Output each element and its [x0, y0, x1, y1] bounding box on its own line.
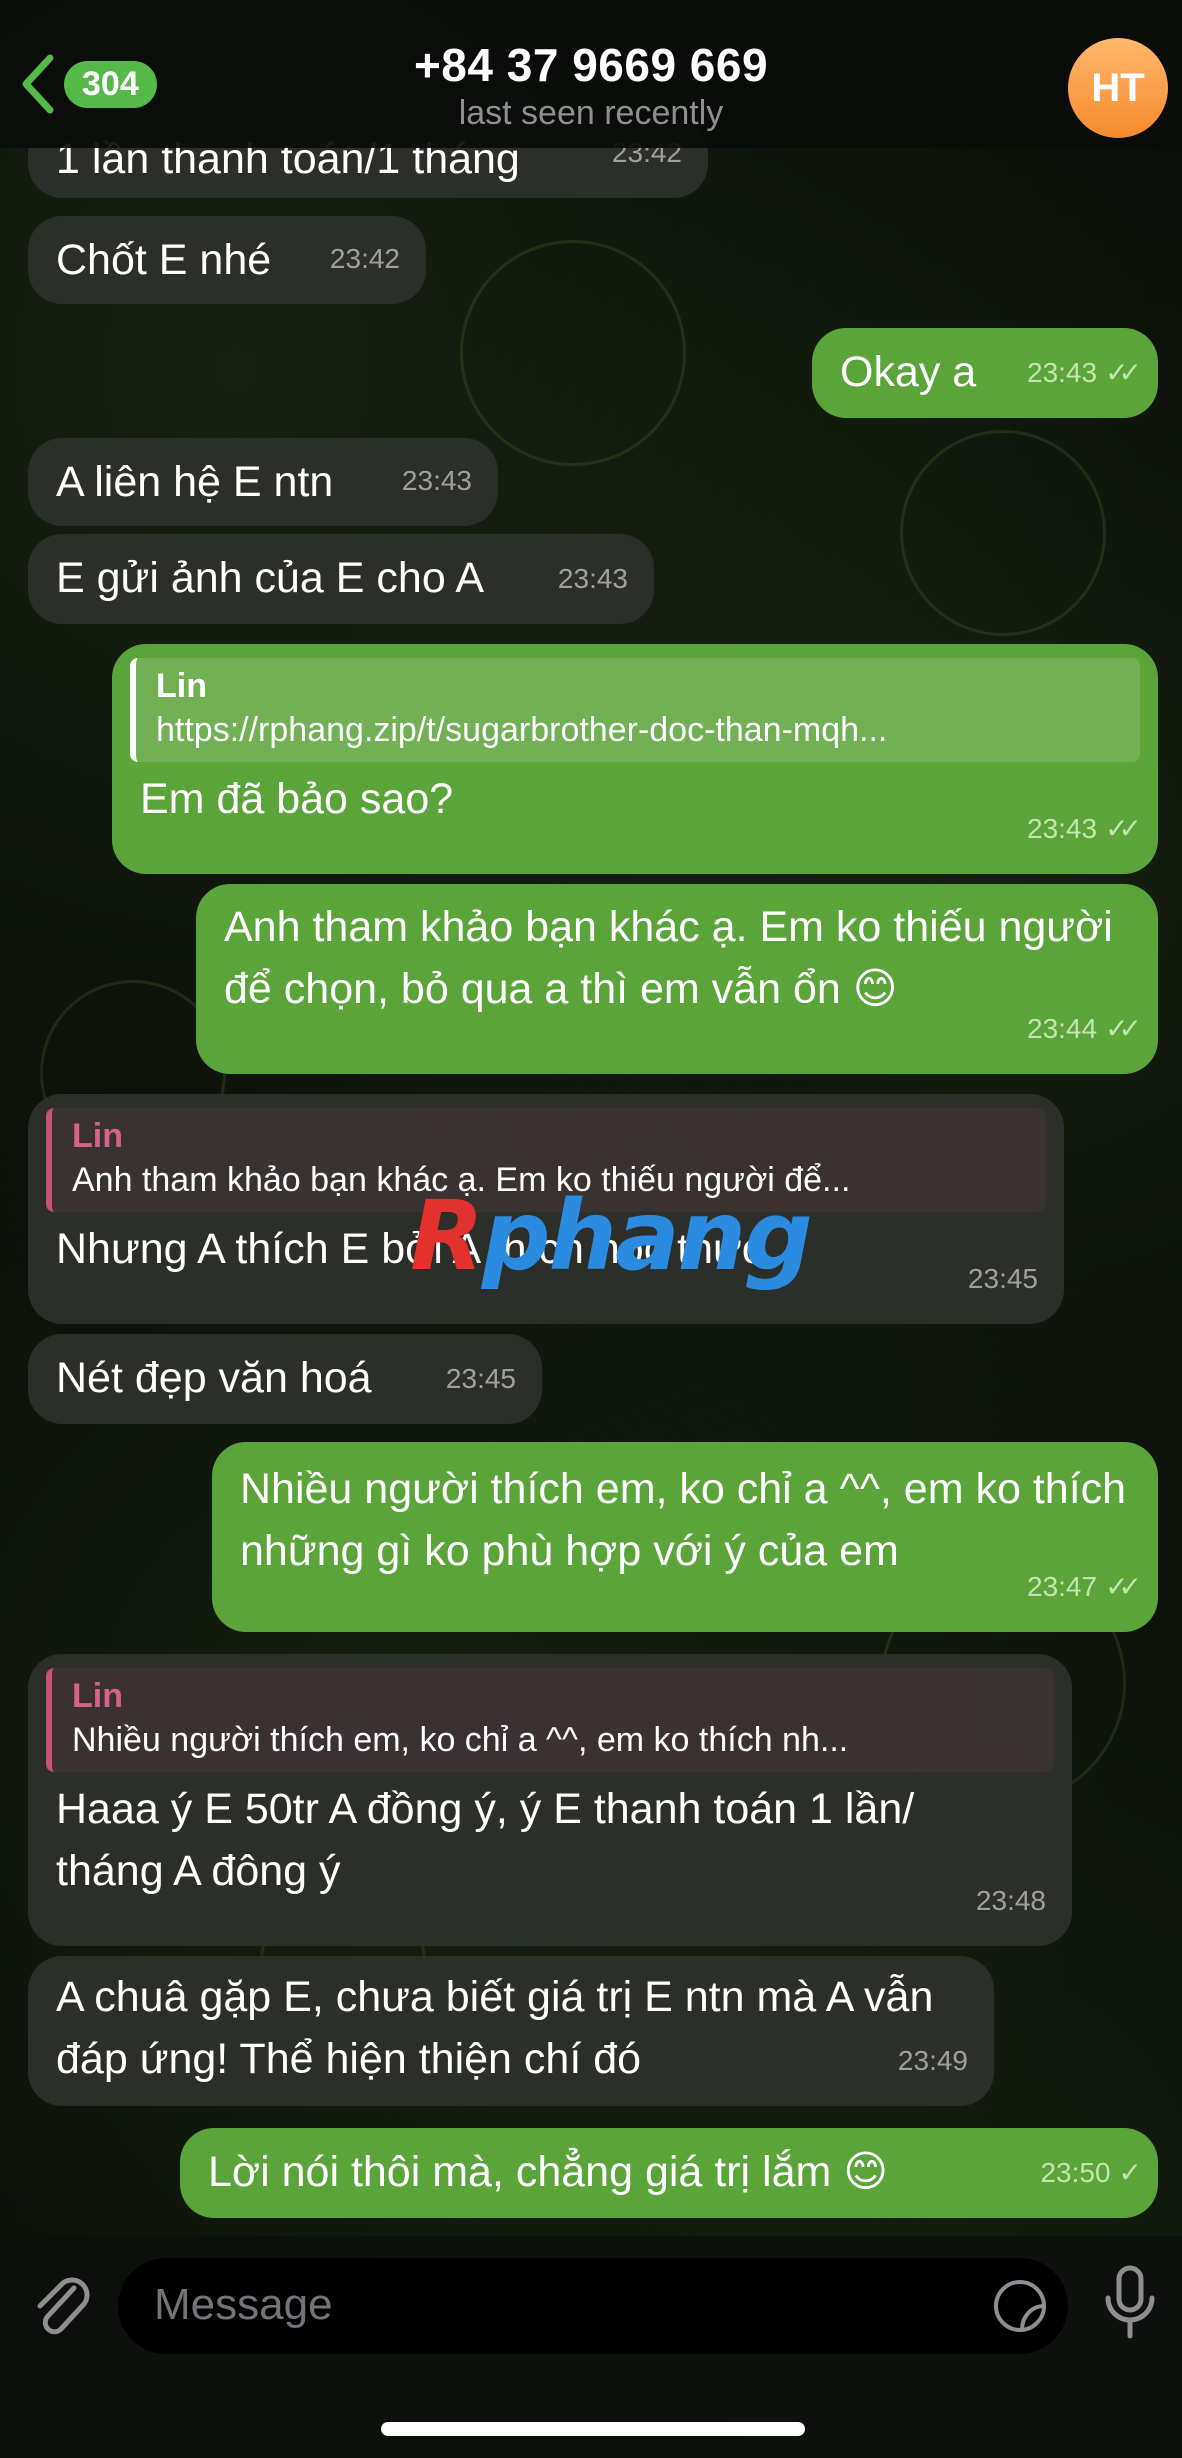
- wallpaper-doodle: [460, 240, 686, 466]
- reply-snippet: Nhiều người thích em, ko chỉ a ^^, em ko…: [72, 1721, 849, 1759]
- message-incoming[interactable]: Nét đẹp văn hoá 23:45: [28, 1334, 542, 1424]
- message-time: 23:49: [897, 2045, 968, 2076]
- attach-icon[interactable]: [28, 2270, 92, 2342]
- read-tick-icon: ✓: [1118, 2157, 1143, 2188]
- message-outgoing[interactable]: Okay a 23:43 ✓✓: [812, 328, 1158, 418]
- message-time: 23:47 ✓✓: [1027, 1571, 1142, 1602]
- message-text: Lời nói thôi mà, chẳng giá trị lắm 😊: [208, 2148, 889, 2196]
- reply-snippet: https://rphang.zip/t/sugarbrother-doc-th…: [156, 711, 888, 749]
- message-placeholder: Message: [154, 2280, 333, 2329]
- message-incoming[interactable]: E gửi ảnh của E cho A 23:43: [28, 534, 654, 624]
- chat-title[interactable]: +84 37 9669 669: [0, 38, 1182, 92]
- reply-quote[interactable]: Lin Nhiều người thích em, ko chỉ a ^^, e…: [46, 1668, 1054, 1772]
- message-time: 23:48: [975, 1885, 1046, 1916]
- message-input[interactable]: Message: [118, 2258, 1068, 2354]
- message-text: Anh tham khảo bạn khác ạ. Em ko thiếu ng…: [224, 903, 1113, 1013]
- message-time: 23:42: [329, 243, 400, 274]
- message-time: 23:43 ✓✓: [1027, 813, 1142, 844]
- message-incoming-reply[interactable]: Lin Nhiều người thích em, ko chỉ a ^^, e…: [28, 1654, 1072, 1946]
- message-outgoing[interactable]: Anh tham khảo bạn khác ạ. Em ko thiếu ng…: [196, 884, 1158, 1074]
- message-text: Em đã bảo sao?: [140, 775, 454, 823]
- reply-author: Lin: [156, 667, 207, 705]
- message-outgoing[interactable]: Lời nói thôi mà, chẳng giá trị lắm 😊 23:…: [180, 2128, 1158, 2218]
- reply-author: Lin: [72, 1677, 123, 1715]
- watermark-logo: Rphang: [410, 1180, 813, 1292]
- message-outgoing-reply[interactable]: Lin https://rphang.zip/t/sugarbrother-do…: [112, 644, 1158, 874]
- reply-quote[interactable]: Lin https://rphang.zip/t/sugarbrother-do…: [130, 658, 1140, 762]
- read-ticks-icon: ✓✓: [1105, 1013, 1142, 1044]
- message-incoming[interactable]: Chốt E nhé 23:42: [28, 216, 426, 304]
- message-time: 23:50 ✓: [1040, 2157, 1143, 2188]
- message-time: 23:43 ✓✓: [1027, 357, 1142, 388]
- chat-header: 304 +84 37 9669 669 last seen recently H…: [0, 0, 1182, 148]
- home-indicator[interactable]: [381, 2422, 805, 2436]
- message-outgoing[interactable]: Nhiều người thích em, ko chỉ a ^^, em ko…: [212, 1442, 1158, 1632]
- message-incoming[interactable]: A liên hệ E ntn 23:43: [28, 438, 498, 526]
- message-text: A chuâ gặp E, chưa biết giá trị E ntn mà…: [56, 1973, 934, 2083]
- last-seen-status: last seen recently: [458, 94, 724, 132]
- reply-author: Lin: [72, 1117, 123, 1155]
- read-ticks-icon: ✓✓: [1105, 357, 1142, 388]
- read-ticks-icon: ✓✓: [1105, 1571, 1142, 1602]
- message-time: 23:44 ✓✓: [1027, 1013, 1142, 1044]
- message-text: Nhiều người thích em, ko chỉ a ^^, em ko…: [240, 1465, 1127, 1575]
- mic-icon[interactable]: [1100, 2264, 1160, 2344]
- message-time: 23:45: [967, 1263, 1038, 1294]
- sticker-icon[interactable]: [992, 2278, 1048, 2334]
- message-time: 23:43: [557, 563, 628, 594]
- avatar[interactable]: HT: [1068, 38, 1168, 138]
- message-text: Haaa ý E 50tr A đồng ý, ý E thanh toán 1…: [56, 1785, 915, 1895]
- message-incoming[interactable]: A chuâ gặp E, chưa biết giá trị E ntn mà…: [28, 1956, 994, 2106]
- read-ticks-icon: ✓✓: [1105, 813, 1142, 844]
- message-time: 23:43: [401, 465, 472, 496]
- wallpaper-doodle: [900, 430, 1106, 636]
- message-time: 23:45: [445, 1363, 516, 1394]
